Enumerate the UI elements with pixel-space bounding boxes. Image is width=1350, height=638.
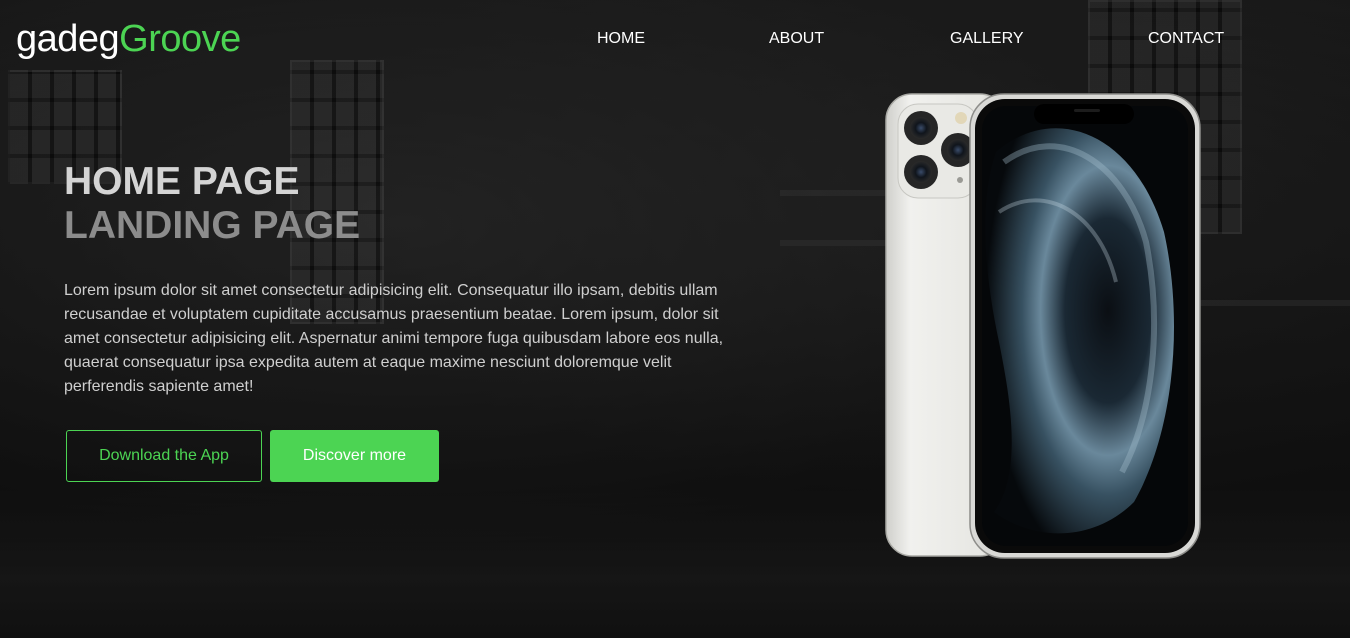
nav-about-link[interactable]: ABOUT [769,30,824,48]
phone-product-image [884,92,1204,560]
main-nav: HOME ABOUT GALLERY CONTACT [0,30,1350,50]
hero-title-line2: LANDING PAGE [64,204,361,247]
nav-gallery-link[interactable]: GALLERY [950,30,1024,48]
download-app-button[interactable]: Download the App [66,430,262,482]
discover-more-button[interactable]: Discover more [270,430,439,482]
nav-home-link[interactable]: HOME [597,30,645,48]
hero-title-line1: HOME PAGE [64,160,300,203]
hero-paragraph: Lorem ipsum dolor sit amet consectetur a… [64,282,724,395]
nav-contact-link[interactable]: CONTACT [1148,30,1224,48]
